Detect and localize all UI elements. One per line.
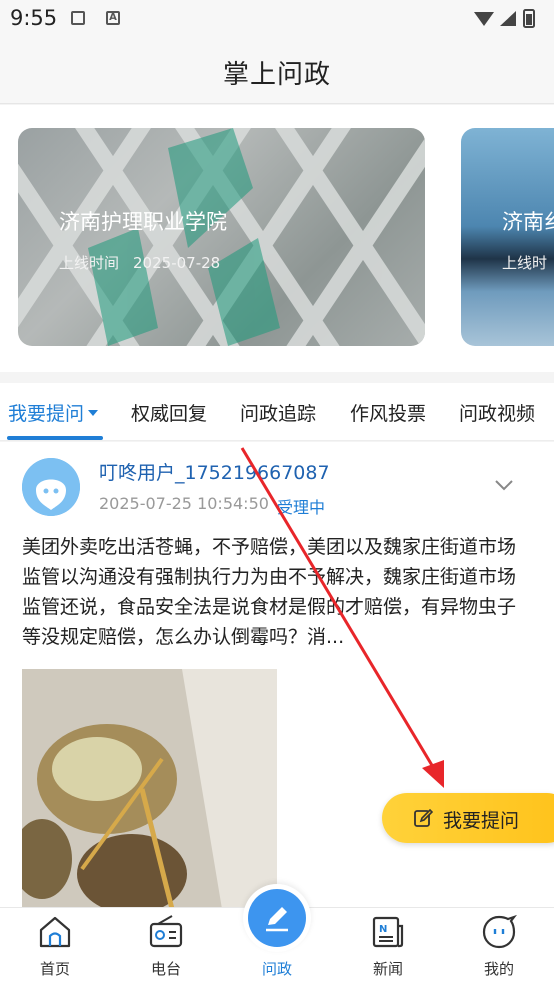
banner-carousel[interactable]: 济南护理职业学院 上线时间 2025-07-28 济南纟 上线时 <box>0 105 554 372</box>
nav-label: 我的 <box>483 960 514 978</box>
nav-label: 电台 <box>150 960 181 978</box>
avatar[interactable] <box>22 458 80 516</box>
avatar-icon <box>22 458 80 516</box>
ask-question-button[interactable]: 我要提问 <box>382 793 554 843</box>
status-bar: 9:55 A <box>0 0 554 40</box>
caret-down-icon <box>88 409 99 416</box>
banner-pattern-image <box>18 128 425 346</box>
title-bar: 掌上问政 <box>0 40 554 104</box>
notification-icon <box>71 11 85 25</box>
nav-label: 问政 <box>261 960 292 978</box>
svg-text:N: N <box>379 924 387 935</box>
active-tab-indicator <box>7 436 103 440</box>
post-photo[interactable] <box>22 669 277 907</box>
banner-card[interactable]: 济南纟 上线时 <box>461 128 554 346</box>
nav-home[interactable]: 首页 <box>15 908 95 984</box>
banner-date: 2025-07-28 <box>133 254 221 272</box>
tab-authority-reply[interactable]: 权威回复 <box>131 399 207 426</box>
nav-wenzheng[interactable]: 问政 <box>237 908 317 984</box>
text-notification-icon: A <box>106 11 120 25</box>
nav-label: 新闻 <box>372 960 403 978</box>
status-badge: 受理中 <box>277 498 326 517</box>
home-icon <box>39 916 71 948</box>
tab-video[interactable]: 问政视频 <box>459 399 535 426</box>
radio-icon <box>149 915 183 948</box>
banner-meta: 上线时 <box>502 252 554 273</box>
category-tabs: 我要提问 权威回复 问政追踪 作风投票 问政视频 <box>0 383 554 441</box>
tab-tracking[interactable]: 问政追踪 <box>240 399 316 426</box>
post-timestamp: 2025-07-25 10:54:50 <box>99 494 269 513</box>
page-title: 掌上问政 <box>222 60 331 90</box>
profile-icon <box>482 914 517 949</box>
tab-label: 我要提问 <box>8 403 85 425</box>
banner-meta: 上线时间 2025-07-28 <box>59 252 234 273</box>
banner-meta-label: 上线时 <box>502 254 548 272</box>
banner-meta-label: 上线时间 <box>59 254 120 272</box>
banner-card[interactable]: 济南护理职业学院 上线时间 2025-07-28 <box>18 128 425 346</box>
tab-vote[interactable]: 作风投票 <box>350 399 426 426</box>
post-username[interactable]: 叮咚用户_175219667087 <box>99 458 330 485</box>
post-content: 美团外卖吃出活苍蝇，不予赔偿，美团以及魏家庄街道市场监管以沟通没有强制执行力为由… <box>22 536 517 648</box>
news-icon: N <box>372 916 404 948</box>
signal-battery-icons <box>474 9 535 28</box>
ask-question-label: 我要提问 <box>443 810 520 832</box>
nav-news[interactable]: N 新闻 <box>348 908 428 984</box>
banner-title: 济南护理职业学院 <box>59 210 227 234</box>
nav-label: 首页 <box>39 960 70 978</box>
nav-profile[interactable]: 我的 <box>459 908 539 984</box>
edit-icon <box>414 808 433 827</box>
bottom-nav: 首页 电台 问政 N 新闻 我的 <box>0 884 554 984</box>
chevron-down-icon[interactable] <box>494 478 514 492</box>
food-photo-image <box>22 669 277 907</box>
nav-radio[interactable]: 电台 <box>126 908 206 984</box>
status-time: 9:55 <box>10 6 58 30</box>
tab-ask[interactable]: 我要提问 <box>8 399 99 426</box>
banner-title: 济南纟 <box>502 210 554 234</box>
